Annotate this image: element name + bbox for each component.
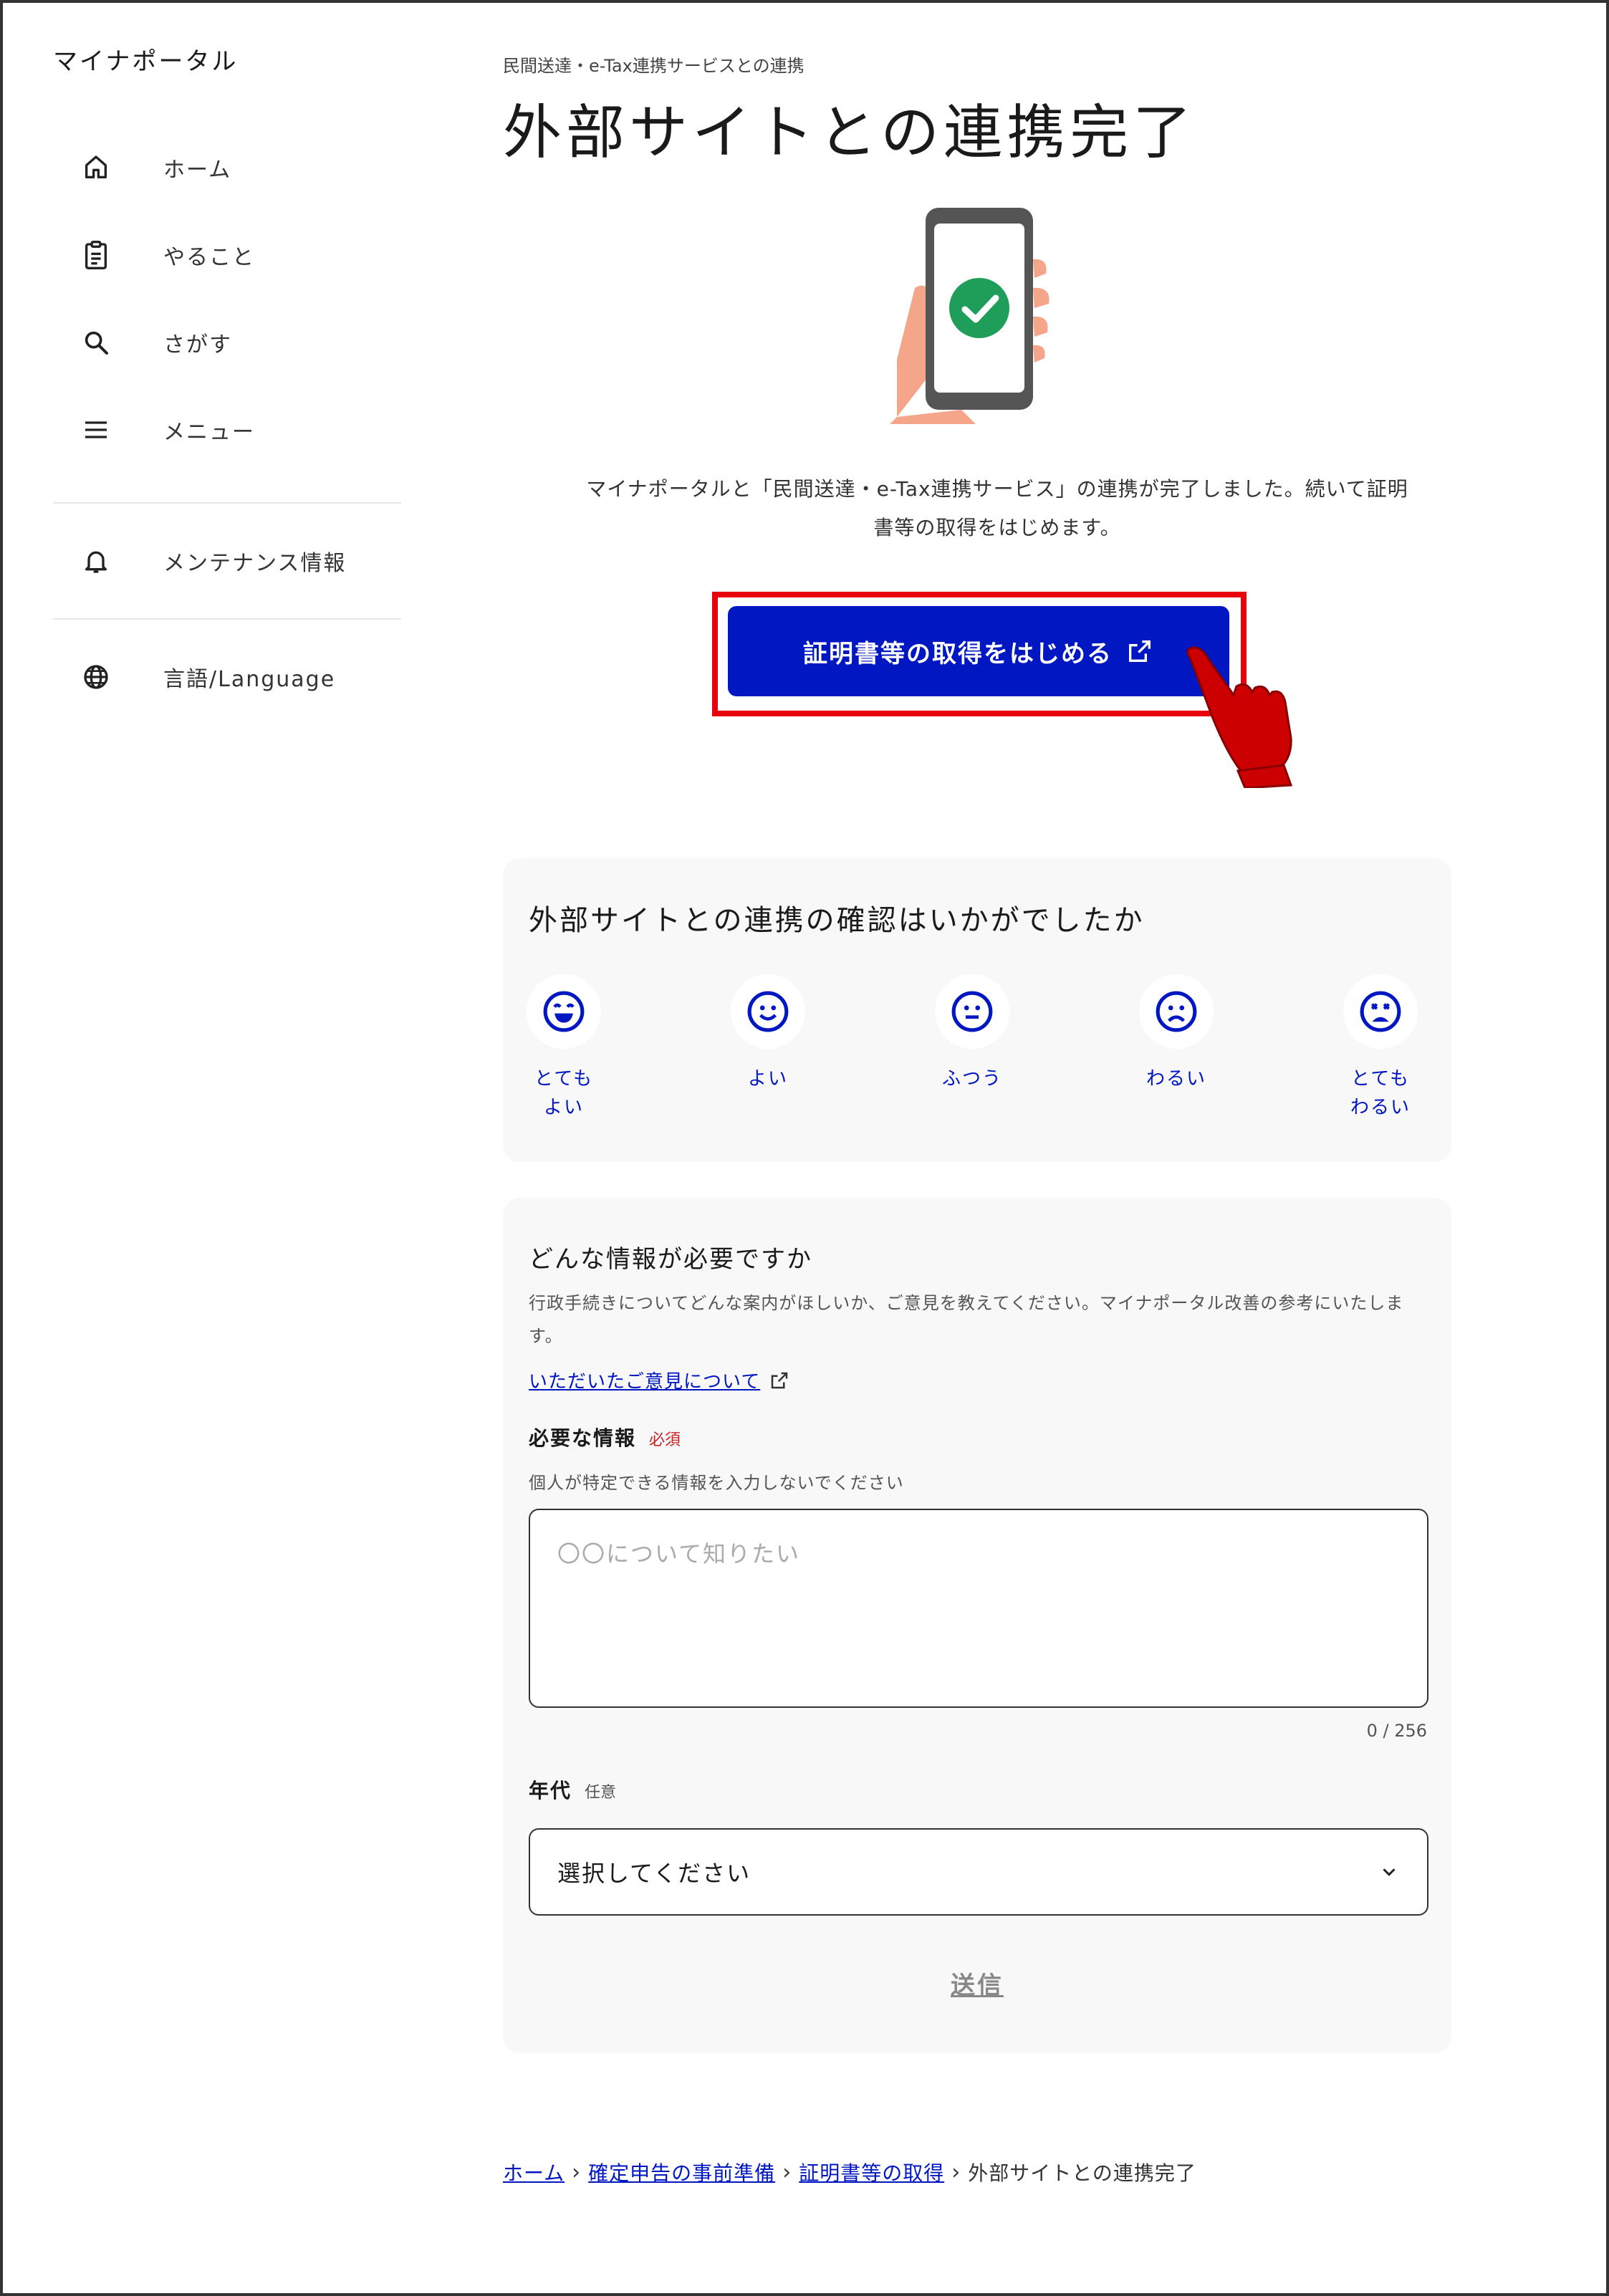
sidebar-divider	[53, 618, 401, 620]
breadcrumb-link-certificate[interactable]: 証明書等の取得	[799, 2158, 944, 2186]
menu-icon	[79, 413, 113, 447]
required-badge: 必須	[649, 1431, 681, 1449]
option-very-good[interactable]: とても よい	[524, 974, 603, 1122]
sidebar-item-home[interactable]: ホーム	[53, 124, 401, 211]
clipboard-icon	[79, 238, 113, 272]
age-select[interactable]: 選択してください	[529, 1828, 1428, 1916]
sidebar-item-menu[interactable]: メニュー	[53, 386, 401, 474]
completion-message: マイナポータルと「民間送達・e-Tax連携サービス」の連携が完了しました。続いて…	[524, 470, 1470, 547]
option-label: よい	[747, 1068, 788, 1090]
option-label: わるい	[1145, 1068, 1206, 1090]
age-label-row: 年代 任意	[529, 1775, 616, 1804]
bell-icon	[79, 544, 113, 578]
option-label: とても わるい	[1350, 1068, 1411, 1118]
input-hint: 個人が特定できる情報を入力しないでください	[529, 1473, 904, 1493]
phone-check-illustration	[890, 208, 1050, 424]
chevron-right-icon: ›	[951, 2159, 961, 2185]
sidebar-item-language[interactable]: 言語/Language	[53, 648, 401, 706]
pointing-hand-icon	[1186, 646, 1293, 788]
option-bad[interactable]: わるい	[1137, 974, 1216, 1122]
option-label: ふつう	[941, 1068, 1002, 1090]
satisfaction-options: とても よい よい ふつう わるい とても わるい	[524, 974, 1420, 1122]
form-description: 行政手続きについてどんな案内がほしいか、ご意見を教えてください。マイナポータル改…	[529, 1293, 1404, 1346]
chevron-down-icon	[1383, 1868, 1396, 1876]
sidebar: マイナポータル ホーム やること さがす メニュー メンテナンス情報 言語/La…	[53, 42, 401, 706]
submit-button[interactable]: 送信	[503, 1966, 1451, 2001]
needed-info-label: 必要な情報	[529, 1426, 637, 1450]
chevron-right-icon: ›	[572, 2159, 582, 2185]
needed-info-textarea[interactable]: 〇〇について知りたい	[529, 1509, 1428, 1708]
brand-logo[interactable]: マイナポータル	[53, 42, 401, 77]
option-neutral[interactable]: ふつう	[933, 974, 1012, 1122]
external-link-icon	[771, 1372, 788, 1388]
cta-label: 証明書等の取得をはじめる	[803, 639, 1113, 668]
sidebar-divider	[53, 502, 401, 504]
link-label: いただいたご意見について	[529, 1371, 761, 1393]
sidebar-item-todo[interactable]: やること	[53, 211, 401, 299]
section-label: 民間送達・e-Tax連携サービスとの連携	[503, 56, 804, 76]
breadcrumb-link-home[interactable]: ホーム	[503, 2158, 565, 2186]
option-label: とても よい	[534, 1068, 593, 1118]
sidebar-item-label: やること	[163, 245, 255, 270]
happy-face-icon	[747, 991, 789, 1032]
optional-badge: 任意	[585, 1784, 617, 1802]
sidebar-nav: ホーム やること さがす メニュー	[53, 124, 401, 474]
external-link-icon	[1129, 640, 1151, 662]
globe-icon	[79, 660, 113, 694]
chevron-right-icon: ›	[782, 2159, 792, 2185]
satisfaction-card: 外部サイトとの連携の確認はいかがでしたか とても よい よい ふつう わるい と…	[503, 858, 1451, 1162]
breadcrumb-current: 外部サイトとの連携完了	[968, 2161, 1196, 2185]
sidebar-item-label: メニュー	[163, 420, 255, 445]
sidebar-item-label: ホーム	[163, 158, 232, 183]
sidebar-item-search[interactable]: さがす	[53, 299, 401, 386]
very-happy-face-icon	[543, 991, 585, 1032]
satisfaction-question: 外部サイトとの連携の確認はいかがでしたか	[529, 904, 1145, 937]
character-counter: 0 / 256	[1366, 1721, 1427, 1741]
option-good[interactable]: よい	[729, 974, 807, 1122]
breadcrumb-link-tax-prep[interactable]: 確定申告の事前準備	[588, 2158, 775, 2186]
start-certificate-button[interactable]: 証明書等の取得をはじめる	[728, 606, 1229, 696]
very-sad-face-icon	[1360, 991, 1401, 1032]
neutral-face-icon	[951, 991, 993, 1032]
home-icon	[79, 150, 113, 185]
opinion-policy-link[interactable]: いただいたご意見について	[529, 1367, 790, 1393]
search-icon	[79, 325, 113, 360]
message-line: マイナポータルと「民間送達・e-Tax連携サービス」の連携が完了しました。続いて…	[586, 477, 1408, 501]
age-label: 年代	[529, 1779, 572, 1802]
form-heading: どんな情報が必要ですか	[529, 1245, 812, 1274]
option-very-bad[interactable]: とても わるい	[1341, 974, 1420, 1122]
sidebar-item-label: 言語/Language	[163, 667, 336, 692]
sad-face-icon	[1156, 991, 1197, 1032]
sidebar-item-label: さがす	[163, 332, 232, 357]
sidebar-item-label: メンテナンス情報	[163, 551, 347, 576]
message-line: 書等の取得をはじめます。	[873, 516, 1121, 539]
needed-info-label-row: 必要な情報 必須	[529, 1423, 681, 1451]
sidebar-item-maintenance[interactable]: メンテナンス情報	[53, 532, 401, 590]
breadcrumb: ホーム › 確定申告の事前準備 › 証明書等の取得 › 外部サイトとの連携完了	[503, 2158, 1196, 2186]
age-select-value: 選択してください	[557, 1860, 751, 1887]
feedback-form-card: どんな情報が必要ですか 行政手続きについてどんな案内がほしいか、ご意見を教えてく…	[503, 1198, 1451, 2053]
page-title: 外部サイトとの連携完了	[503, 99, 1196, 167]
